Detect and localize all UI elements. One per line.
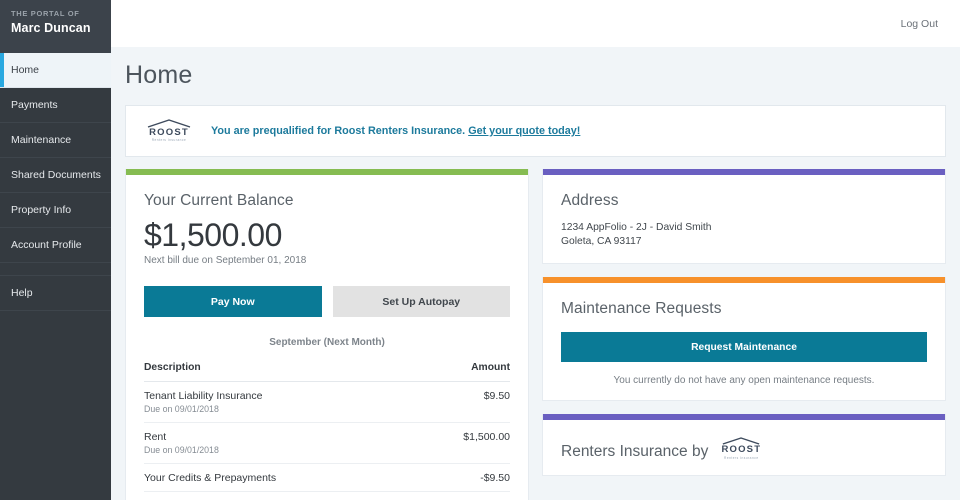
sidebar-item-label: Shared Documents <box>11 169 101 181</box>
transaction-description-cell: Tenant Liability Insurance Due on 09/01/… <box>144 382 414 423</box>
banner-message: You are prequalified for Roost Renters I… <box>211 125 465 137</box>
roost-wordmark: ROOST <box>149 128 189 138</box>
statement-month-label: September (Next Month) <box>144 337 510 348</box>
sidebar-item-label: Help <box>11 287 33 299</box>
table-row-credits: Your Credits & Prepayments -$9.50 <box>144 464 510 492</box>
sidebar-item-account-profile[interactable]: Account Profile <box>0 228 111 263</box>
transaction-amount: $9.50 <box>414 382 510 423</box>
credits-amount: -$9.50 <box>414 464 510 492</box>
roost-subtitle: Renters Insurance <box>152 138 187 143</box>
page-title-container: Home <box>111 47 960 100</box>
sidebar-item-shared-documents[interactable]: Shared Documents <box>0 158 111 193</box>
credits-description-cell: Your Credits & Prepayments <box>144 464 414 492</box>
transaction-due-date: Due on 09/01/2018 <box>144 444 414 456</box>
address-card: Address 1234 AppFolio - 2J - David Smith… <box>542 169 946 264</box>
sidebar-filler <box>0 311 111 500</box>
portal-user-name: Marc Duncan <box>11 21 111 35</box>
current-balance-body: Your Current Balance $1,500.00 Next bill… <box>126 175 528 500</box>
table-row: Tenant Liability Insurance Due on 09/01/… <box>144 382 510 423</box>
log-out-link[interactable]: Log Out <box>901 18 938 30</box>
transactions-table: Description Amount Tenant Liability Insu… <box>144 362 510 492</box>
transactions-header: Description Amount <box>144 362 510 382</box>
balance-amount: $1,500.00 <box>144 217 510 253</box>
address-line-2: Goleta, CA 93117 <box>561 235 927 249</box>
sidebar-item-property-info[interactable]: Property Info <box>0 193 111 228</box>
sidebar-item-label: Account Profile <box>11 239 82 251</box>
current-balance-title: Your Current Balance <box>144 192 510 210</box>
renters-insurance-heading: Renters Insurance by ROOST Renters Insur… <box>561 437 927 461</box>
column-header-description: Description <box>144 362 414 382</box>
set-up-autopay-button[interactable]: Set Up Autopay <box>333 286 511 317</box>
column-header-amount: Amount <box>414 362 510 382</box>
address-line-1: 1234 AppFolio - 2J - David Smith <box>561 221 927 235</box>
maintenance-title: Maintenance Requests <box>561 300 927 318</box>
roost-logo: ROOST Renters Insurance <box>143 119 195 144</box>
roost-logo: ROOST Renters Insurance <box>715 437 767 461</box>
sidebar-item-label: Property Info <box>11 204 71 216</box>
sidebar-item-payments[interactable]: Payments <box>0 88 111 123</box>
renters-insurance-title: Renters Insurance by <box>561 443 708 461</box>
next-bill-due: Next bill due on September 01, 2018 <box>144 255 510 266</box>
transaction-due-date: Due on 09/01/2018 <box>144 403 414 415</box>
address-body: Address 1234 AppFolio - 2J - David Smith… <box>543 175 945 263</box>
credits-description: Your Credits & Prepayments <box>144 472 414 484</box>
transactions-body: Tenant Liability Insurance Due on 09/01/… <box>144 382 510 492</box>
current-balance-card: Your Current Balance $1,500.00 Next bill… <box>125 169 529 500</box>
maintenance-body: Maintenance Requests Request Maintenance… <box>543 283 945 400</box>
transaction-description: Tenant Liability Insurance <box>144 390 414 403</box>
renters-insurance-card: Renters Insurance by ROOST Renters Insur… <box>542 414 946 476</box>
roost-wordmark: ROOST <box>721 445 761 455</box>
sidebar-header: THE PORTAL OF Marc Duncan <box>0 0 111 53</box>
request-maintenance-button[interactable]: Request Maintenance <box>561 332 927 362</box>
portal-of-label: THE PORTAL OF <box>11 9 111 18</box>
transaction-description: Rent <box>144 431 414 444</box>
roost-subtitle: Renters Insurance <box>724 456 759 461</box>
maintenance-requests-card: Maintenance Requests Request Maintenance… <box>542 277 946 401</box>
left-column: Your Current Balance $1,500.00 Next bill… <box>125 169 529 500</box>
topbar: Log Out <box>111 0 960 47</box>
table-row: Rent Due on 09/01/2018 $1,500.00 <box>144 423 510 464</box>
sidebar-item-maintenance[interactable]: Maintenance <box>0 123 111 158</box>
sidebar-item-label: Payments <box>11 99 58 111</box>
sidebar: THE PORTAL OF Marc Duncan Home Payments … <box>0 0 111 500</box>
address-title: Address <box>561 192 927 210</box>
sidebar-nav: Home Payments Maintenance Shared Documen… <box>0 53 111 311</box>
sidebar-item-label: Home <box>11 64 39 76</box>
table-header-row: Description Amount <box>144 362 510 382</box>
right-column: Address 1234 AppFolio - 2J - David Smith… <box>542 169 946 489</box>
roost-promo-banner[interactable]: ROOST Renters Insurance You are prequali… <box>125 105 946 157</box>
banner-message-container: You are prequalified for Roost Renters I… <box>211 125 580 137</box>
maintenance-empty-message: You currently do not have any open maint… <box>561 375 927 386</box>
transaction-amount: $1,500.00 <box>414 423 510 464</box>
transaction-description-cell: Rent Due on 09/01/2018 <box>144 423 414 464</box>
page-title: Home <box>125 61 960 90</box>
app-root: THE PORTAL OF Marc Duncan Home Payments … <box>0 0 960 500</box>
renters-insurance-body: Renters Insurance by ROOST Renters Insur… <box>543 420 945 475</box>
sidebar-item-label: Maintenance <box>11 134 71 146</box>
content-area: ROOST Renters Insurance You are prequali… <box>111 100 960 500</box>
sidebar-item-help[interactable]: Help <box>0 276 111 311</box>
sidebar-group-divider <box>0 263 111 276</box>
main-content: Log Out Home ROOST Renters Insurance You… <box>111 0 960 500</box>
get-quote-link[interactable]: Get your quote today! <box>468 125 580 137</box>
sidebar-item-home[interactable]: Home <box>0 53 111 88</box>
pay-now-button[interactable]: Pay Now <box>144 286 322 317</box>
dashboard-columns: Your Current Balance $1,500.00 Next bill… <box>125 169 946 500</box>
balance-actions: Pay Now Set Up Autopay <box>144 286 510 317</box>
